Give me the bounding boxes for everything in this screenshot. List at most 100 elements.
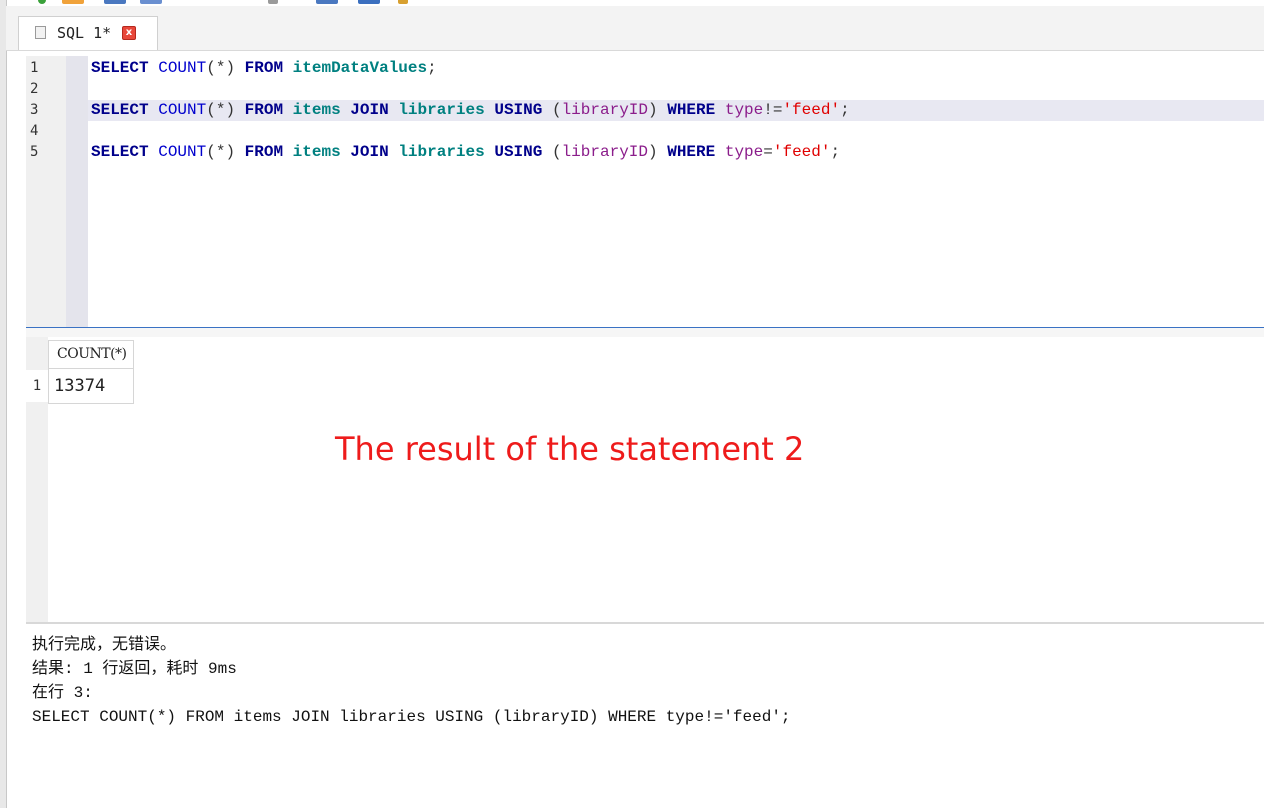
toolbar-partial bbox=[20, 0, 440, 5]
message-line: 在行 3: bbox=[32, 684, 93, 702]
sql-keyword: USING bbox=[494, 143, 543, 161]
line-number: 2 bbox=[30, 81, 39, 97]
sql-token: ; bbox=[830, 143, 841, 161]
sql-editor[interactable]: 12345 SELECT COUNT(*) FROM itemDataValue… bbox=[26, 56, 1264, 327]
code-line[interactable] bbox=[88, 121, 1264, 142]
sql-token: ( bbox=[551, 143, 562, 161]
sql-keyword: FROM bbox=[244, 101, 284, 119]
code-area[interactable]: SELECT COUNT(*) FROM itemDataValues; SELE… bbox=[88, 58, 1264, 163]
message-line: SELECT COUNT(*) FROM items JOIN librarie… bbox=[32, 708, 791, 726]
code-line[interactable]: SELECT COUNT(*) FROM items JOIN librarie… bbox=[88, 142, 1264, 163]
result-cell-value: 13374 bbox=[54, 376, 106, 396]
window-left-border bbox=[0, 0, 7, 808]
sql-function: COUNT bbox=[158, 101, 207, 119]
sql-token: (*) bbox=[206, 101, 236, 119]
sql-keyword: FROM bbox=[244, 59, 284, 77]
export-icon[interactable] bbox=[358, 0, 380, 4]
sql-keyword: SELECT bbox=[91, 59, 149, 77]
sql-keyword: JOIN bbox=[350, 143, 389, 161]
sql-function: COUNT bbox=[158, 143, 207, 161]
sql-keyword: WHERE bbox=[667, 143, 716, 161]
sql-file-icon bbox=[35, 26, 46, 39]
save-icon[interactable] bbox=[104, 0, 126, 4]
explain-icon[interactable] bbox=[316, 0, 338, 4]
line-number: 5 bbox=[30, 144, 39, 160]
sql-column: libraryID bbox=[561, 101, 648, 119]
message-panel: 执行完成，无错误。结果: 1 行返回，耗时 9ms 在行 3: SELECT COU… bbox=[26, 633, 1264, 808]
code-line[interactable] bbox=[88, 79, 1264, 100]
sql-identifier: items bbox=[292, 143, 341, 161]
sql-keyword: SELECT bbox=[91, 143, 149, 161]
result-cell[interactable]: 13374 bbox=[48, 368, 134, 404]
stop-icon[interactable] bbox=[62, 0, 84, 4]
column-header-label: COUNT(*) bbox=[57, 346, 127, 362]
fold-gutter bbox=[66, 56, 88, 327]
sql-keyword: FROM bbox=[244, 143, 284, 161]
annotation-text: The result of the statement 2 bbox=[335, 430, 805, 468]
code-line[interactable]: SELECT COUNT(*) FROM itemDataValues; bbox=[88, 58, 1264, 79]
tab-sql-1[interactable]: SQL 1* x bbox=[18, 16, 158, 50]
sql-string: 'feed' bbox=[772, 143, 831, 161]
sql-identifier: items bbox=[292, 101, 341, 119]
line-number: 4 bbox=[30, 123, 39, 139]
format-icon[interactable] bbox=[268, 0, 278, 4]
sql-token: = bbox=[763, 143, 773, 161]
sql-function: COUNT bbox=[158, 59, 207, 77]
message-line: 执行完成，无错误。 bbox=[32, 636, 177, 654]
row-number: 1 bbox=[26, 370, 48, 402]
sql-token: (*) bbox=[206, 59, 236, 77]
sql-editor-window: SQL 1* x 12345 SELECT COUNT(*) FROM item… bbox=[0, 0, 1264, 808]
sql-keyword: JOIN bbox=[350, 101, 389, 119]
tab-bar: SQL 1* x bbox=[6, 6, 1264, 51]
open-icon[interactable] bbox=[140, 0, 162, 4]
run-icon[interactable] bbox=[38, 0, 46, 4]
sql-identifier: libraries bbox=[398, 143, 485, 161]
line-number: 3 bbox=[30, 102, 39, 118]
sql-column: type bbox=[724, 143, 764, 161]
code-line-current[interactable]: SELECT COUNT(*) FROM items JOIN librarie… bbox=[88, 100, 1264, 121]
line-number-gutter: 1 2 3 4 5 bbox=[26, 56, 66, 327]
sql-identifier: libraries bbox=[398, 101, 485, 119]
tab-label: SQL 1* bbox=[57, 24, 112, 42]
sql-keyword: WHERE bbox=[667, 101, 716, 119]
sql-token: ; bbox=[427, 59, 437, 77]
sql-column: libraryID bbox=[561, 143, 648, 161]
sql-identifier: itemDataValues bbox=[292, 59, 428, 77]
message-line: 结果: 1 行返回，耗时 9ms bbox=[32, 660, 237, 678]
sql-token: != bbox=[763, 101, 783, 119]
result-grid[interactable]: COUNT(*) 1 13374 The result of the state… bbox=[26, 337, 1264, 622]
wand-icon[interactable] bbox=[398, 0, 408, 4]
messages-divider[interactable] bbox=[26, 622, 1264, 624]
column-header-count[interactable]: COUNT(*) bbox=[48, 340, 134, 368]
sql-token: ) bbox=[648, 101, 658, 119]
sql-string: 'feed' bbox=[782, 101, 841, 119]
line-number: 1 bbox=[30, 60, 39, 76]
sql-token: ( bbox=[551, 101, 562, 119]
sql-keyword: SELECT bbox=[91, 101, 149, 119]
sql-token: ; bbox=[840, 101, 850, 119]
close-icon[interactable]: x bbox=[122, 26, 136, 40]
sql-column: type bbox=[724, 101, 764, 119]
sql-keyword: USING bbox=[494, 101, 543, 119]
